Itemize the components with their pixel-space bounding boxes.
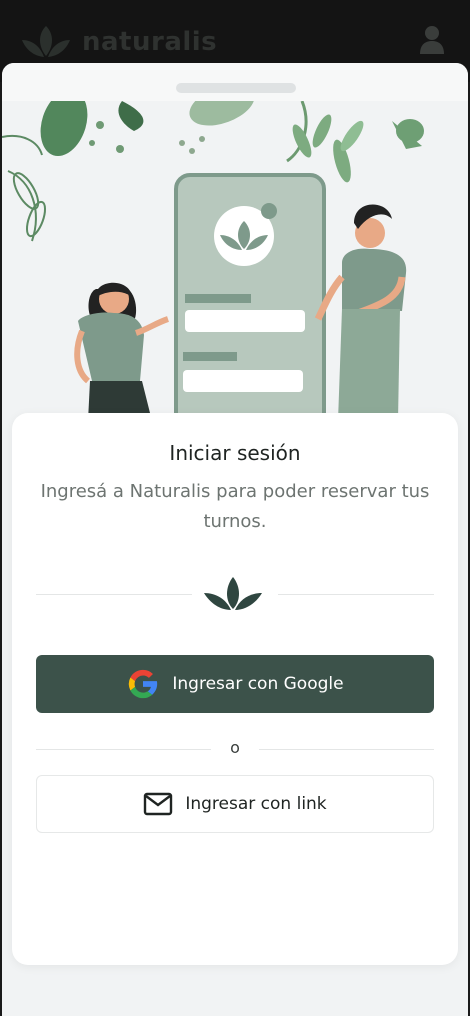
divider-left xyxy=(36,594,192,595)
divider-right xyxy=(278,594,434,595)
or-divider-right xyxy=(259,749,434,750)
google-login-label: Ingresar con Google xyxy=(172,674,344,694)
email-link-login-button[interactable]: Ingresar con link xyxy=(36,775,434,833)
login-sheet: Iniciar sesión Ingresá a Naturalis para … xyxy=(2,63,468,1016)
sheet-drag-handle[interactable] xyxy=(176,83,296,93)
email-link-login-label: Ingresar con link xyxy=(185,794,327,814)
brand: naturalis xyxy=(20,22,217,62)
login-title: Iniciar sesión xyxy=(169,441,301,465)
google-login-button[interactable]: Ingresar con Google xyxy=(36,655,434,713)
login-subtitle: Ingresá a Naturalis para poder reservar … xyxy=(40,481,430,532)
google-icon xyxy=(129,669,158,699)
login-illustration xyxy=(2,101,424,421)
or-separator: o xyxy=(230,738,240,757)
login-card: Iniciar sesión Ingresá a Naturalis para … xyxy=(12,413,458,965)
mail-icon xyxy=(144,792,173,816)
user-icon xyxy=(420,26,444,54)
leaf-logo-icon xyxy=(22,26,70,57)
brand-name: naturalis xyxy=(82,27,218,57)
leaf-divider-icon xyxy=(204,577,262,610)
user-account-button[interactable] xyxy=(418,24,446,56)
sheet-handle-area xyxy=(2,63,468,101)
or-divider-left xyxy=(36,749,211,750)
